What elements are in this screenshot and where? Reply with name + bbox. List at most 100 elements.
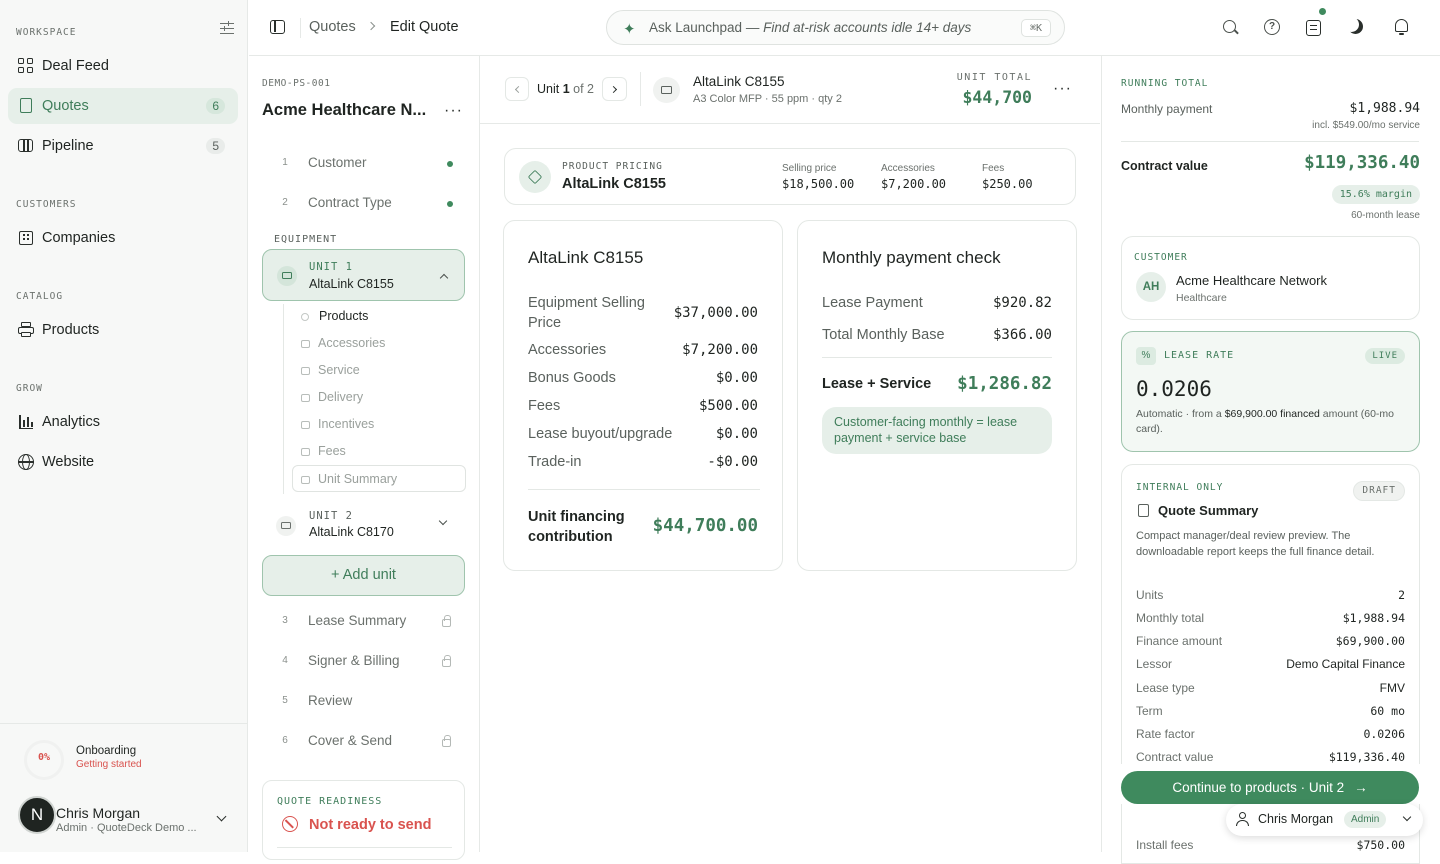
customer-avatar: AH xyxy=(1136,272,1166,302)
unit-indicator: Unit 1 of 2 xyxy=(537,82,594,96)
unit-2-item[interactable]: UNIT 2 AltaLink C8170 xyxy=(262,504,465,544)
summary-row-lease-type: Lease type FMV xyxy=(1136,681,1405,695)
chevron-down-icon xyxy=(216,811,227,822)
chevron-up-icon xyxy=(439,273,449,283)
unit-name: AltaLink C8155 xyxy=(309,277,394,291)
nav-item-quotes[interactable]: Quotes 6 xyxy=(8,88,238,124)
avatar: N xyxy=(18,796,56,834)
substep-label: Accessories xyxy=(318,336,386,350)
step-label: Cover & Send xyxy=(308,733,393,748)
chevron-down-icon xyxy=(1402,812,1412,822)
sidebar: WORKSPACE Deal Feed Quotes 6 Pipeline 5 … xyxy=(0,0,248,852)
nav-item-pipeline[interactable]: Pipeline 5 xyxy=(8,128,238,164)
contribution-label: Unit financing contribution xyxy=(528,509,625,545)
onboarding-title: Onboarding xyxy=(76,745,137,757)
unit-breakdown-card: AltaLink C8155 Equipment Selling Price $3… xyxy=(503,220,783,571)
substep-label: Fees xyxy=(318,444,346,458)
step-contract-type[interactable]: 2 Contract Type xyxy=(276,195,392,210)
nav-item-analytics[interactable]: Analytics xyxy=(8,404,238,440)
user-chip[interactable]: Chris Morgan Admin xyxy=(1226,804,1423,836)
launchpad-search[interactable]: ✦ Ask Launchpad — Find at-risk accounts … xyxy=(606,10,1065,45)
breadcrumb-current: Edit Quote xyxy=(390,19,459,35)
margin-badge: 15.6% margin xyxy=(1331,185,1420,204)
unit-total-label: UNIT TOTAL xyxy=(956,72,1032,83)
step-label: Customer xyxy=(308,155,367,170)
next-unit-button[interactable] xyxy=(602,77,627,101)
lock-icon xyxy=(301,367,310,375)
step-customer[interactable]: 1 Customer xyxy=(276,155,367,170)
fees-value: $250.00 xyxy=(982,177,1033,191)
more-icon[interactable]: ··· xyxy=(444,102,463,120)
nav-item-companies[interactable]: Companies xyxy=(8,220,238,256)
substep-label: Products xyxy=(319,309,369,323)
add-unit-button[interactable]: + Add unit xyxy=(262,555,465,596)
printer-icon xyxy=(653,77,680,103)
lock-icon xyxy=(301,448,310,456)
row-trade-in: Trade-in -$0.00 xyxy=(528,454,758,470)
circle-icon xyxy=(301,313,309,321)
product-detail: A3 Color MFP · 55 ppm · qty 2 xyxy=(693,93,842,105)
more-icon[interactable]: ··· xyxy=(1053,80,1072,98)
step-number: 6 xyxy=(282,735,288,746)
unit-1-item[interactable]: UNIT 1 AltaLink C8155 xyxy=(262,249,465,301)
summary-row-contract: Contract value $119,336.40 xyxy=(1136,750,1405,763)
help-icon[interactable]: ? xyxy=(1264,19,1280,35)
building-icon xyxy=(18,230,34,246)
nav-label: Deal Feed xyxy=(42,58,109,74)
step-number: 2 xyxy=(282,197,288,208)
breadcrumb-parent[interactable]: Quotes xyxy=(309,19,356,35)
chevron-right-icon xyxy=(366,21,376,31)
notes-icon[interactable] xyxy=(1305,7,1327,37)
service-note: incl. $549.00/mo service xyxy=(1312,120,1420,131)
substep-delivery: Delivery xyxy=(301,390,363,404)
nav-item-website[interactable]: Website xyxy=(8,444,238,480)
step-label: Contract Type xyxy=(308,195,392,210)
shortcut-hint: ⌘K xyxy=(1021,19,1051,37)
card-title: Monthly payment check xyxy=(822,248,1001,267)
moon-icon[interactable] xyxy=(1348,19,1363,34)
count-badge: 5 xyxy=(206,138,225,154)
substep-label: Service xyxy=(318,363,360,377)
lease-service-value: $1,286.82 xyxy=(957,374,1052,394)
substep-label: Incentives xyxy=(318,417,375,431)
nav-item-deal-feed[interactable]: Deal Feed xyxy=(8,48,238,84)
search-icon[interactable] xyxy=(1223,20,1239,35)
substep-products[interactable]: Products xyxy=(301,309,368,323)
continue-button[interactable]: Continue to products · Unit 2 → xyxy=(1121,771,1419,804)
step-lease-summary: 3 Lease Summary xyxy=(276,613,406,628)
customer-card[interactable]: CUSTOMER AH Acme Healthcare Network Heal… xyxy=(1121,236,1420,320)
contract-value-label: Contract value xyxy=(1121,159,1208,173)
product-pricing-card: PRODUCT PRICING AltaLink C8155 Selling p… xyxy=(504,148,1076,205)
readiness-label: QUOTE READINESS xyxy=(277,796,383,807)
prev-unit-button[interactable] xyxy=(505,77,529,101)
bell-icon[interactable] xyxy=(1395,19,1408,35)
section-label-catalog: CATALOG xyxy=(16,291,64,302)
onboarding-percent: 0% xyxy=(37,752,51,763)
row-lease-buyout: Lease buyout/upgrade $0.00 xyxy=(528,426,758,442)
row-equipment-price: Equipment Selling Price $37,000.00 xyxy=(528,295,758,331)
top-bar: Quotes Edit Quote ✦ Ask Launchpad — Find… xyxy=(249,0,1440,56)
user-menu[interactable]: N Chris Morgan Admin · QuoteDeck Demo ..… xyxy=(8,795,240,837)
row-fees: Fees $500.00 xyxy=(528,398,758,414)
selling-price-label: Selling price xyxy=(782,163,837,174)
nav-item-products[interactable]: Products xyxy=(8,312,238,348)
step-complete-dot xyxy=(447,161,453,167)
selling-price-value: $18,500.00 xyxy=(782,177,855,191)
grid-icon xyxy=(18,58,34,74)
sidebar-settings-icon[interactable] xyxy=(220,21,234,35)
step-label: Review xyxy=(308,693,353,708)
step-review: 5 Review xyxy=(276,693,352,708)
printer-icon xyxy=(276,516,296,536)
lease-rate-value: 0.0206 xyxy=(1136,377,1212,401)
globe-icon xyxy=(18,454,34,470)
sidebar-toggle-icon[interactable] xyxy=(270,20,285,34)
section-label-customers: CUSTOMERS xyxy=(16,199,77,210)
summary-row-install: Install fees $750.00 xyxy=(1136,838,1405,852)
lease-rate-label: LEASE RATE xyxy=(1164,350,1235,361)
unit-label: UNIT 1 xyxy=(309,261,353,273)
onboarding-progress-ring[interactable]: 0% xyxy=(24,740,64,780)
unit-bar: Unit 1 of 2 AltaLink C8155 A3 Color MFP … xyxy=(480,56,1100,124)
summary-row-lessor: Lessor Demo Capital Finance xyxy=(1136,657,1405,671)
substep-accessories: Accessories xyxy=(301,336,385,350)
accessories-value: $7,200.00 xyxy=(881,177,947,191)
